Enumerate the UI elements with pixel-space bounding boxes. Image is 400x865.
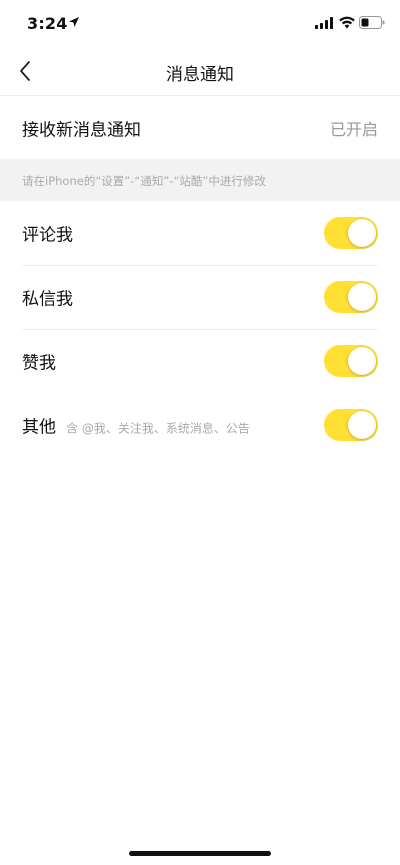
settings-hint-text: 请在iPhone的“设置”-“通知”-“站酷”中进行修改: [22, 174, 266, 188]
toggle-label-group: 其他含 @我、关注我、系统消息、公告: [22, 413, 250, 438]
receive-notifications-label: 接收新消息通知: [22, 120, 141, 141]
toggle-row-other: 其他含 @我、关注我、系统消息、公告: [0, 393, 400, 457]
screen: 3:24 消息通知 接收新消息通知 已开启 请在iPhone的“设置”-“通知”…: [0, 0, 400, 865]
settings-hint-band: 请在iPhone的“设置”-“通知”-“站酷”中进行修改: [0, 159, 400, 201]
toggle-label: 其他: [22, 417, 56, 438]
toggle-knob: [348, 347, 376, 375]
nav-bar: 消息通知: [0, 48, 400, 96]
wifi-icon: [339, 16, 355, 29]
cellular-signal-icon: [315, 17, 333, 29]
comments-toggle[interactable]: [324, 217, 378, 249]
status-time: 3:24: [27, 14, 68, 33]
home-indicator[interactable]: [129, 851, 271, 856]
messages-toggle[interactable]: [324, 281, 378, 313]
other-toggle[interactable]: [324, 409, 378, 441]
receive-notifications-row[interactable]: 接收新消息通知 已开启: [0, 96, 400, 160]
toggle-knob: [348, 411, 376, 439]
toggle-row-likes: 赞我: [0, 329, 400, 393]
toggle-knob: [348, 219, 376, 247]
toggle-knob: [348, 283, 376, 311]
location-arrow-icon: [69, 17, 79, 27]
battery-icon: [359, 16, 385, 29]
page-title: 消息通知: [166, 65, 234, 85]
likes-toggle[interactable]: [324, 345, 378, 377]
toggle-row-messages: 私信我: [0, 265, 400, 329]
status-bar: 3:24: [0, 0, 400, 48]
toggle-label: 私信我: [22, 289, 73, 310]
receive-notifications-status: 已开启: [329, 120, 378, 139]
toggle-label: 评论我: [22, 225, 73, 246]
toggle-row-comments: 评论我: [0, 201, 400, 265]
toggle-label: 赞我: [22, 353, 56, 374]
toggle-sublabel: 含 @我、关注我、系统消息、公告: [66, 421, 250, 436]
